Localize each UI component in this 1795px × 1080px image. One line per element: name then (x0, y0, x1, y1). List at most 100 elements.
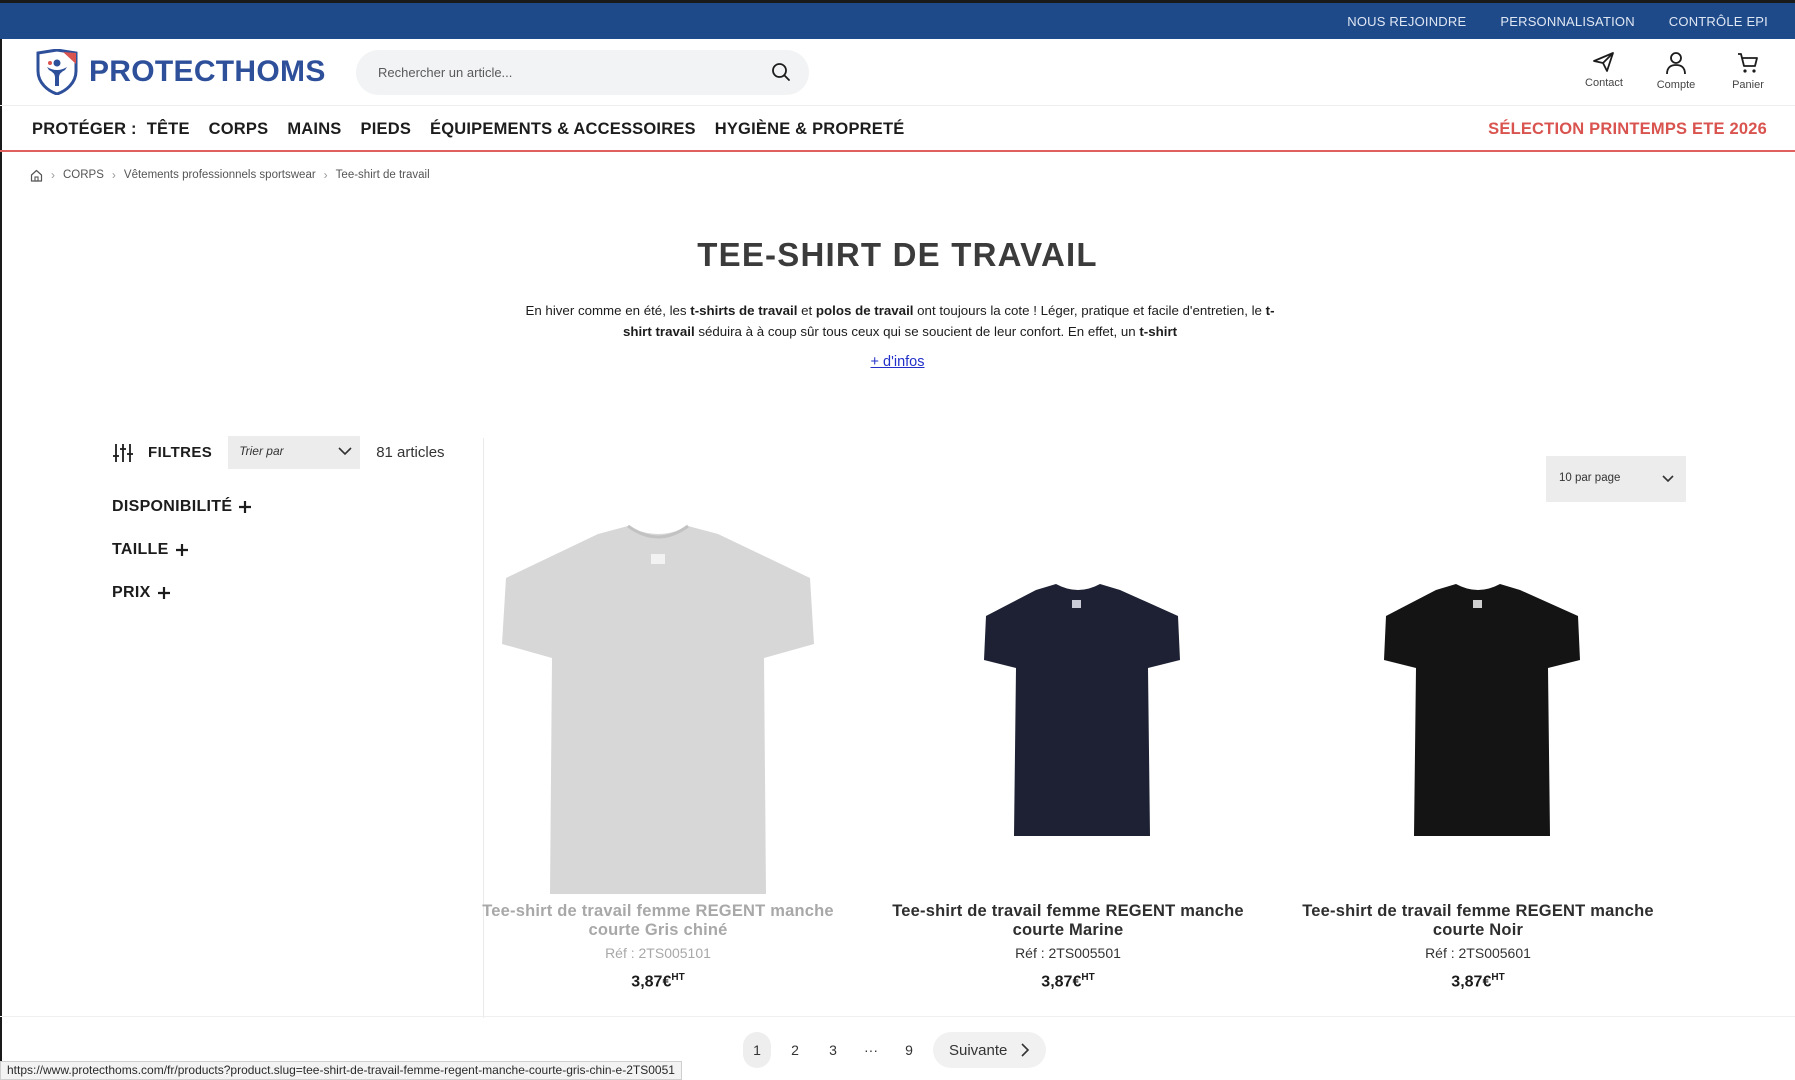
content-divider (0, 1016, 1795, 1017)
breadcrumb-item-current: Tee-shirt de travail (335, 169, 430, 181)
main-navigation: PROTÉGER : TÊTE CORPS MAINS PIEDS ÉQUIPE… (0, 106, 1795, 152)
product-ref: Réf : 2TS005501 (1015, 945, 1121, 961)
filters-button[interactable]: FILTRES (112, 443, 212, 463)
breadcrumb-item-corps[interactable]: CORPS (63, 169, 104, 181)
link-controle-epi[interactable]: CONTRÔLE EPI (1669, 14, 1768, 29)
product-image[interactable] (478, 520, 838, 900)
paper-plane-icon (1593, 52, 1614, 72)
product-price: 3,87€HT (888, 972, 1248, 991)
chevron-right-icon: › (51, 168, 55, 182)
cart-button[interactable]: Panier (1725, 51, 1771, 91)
sliders-icon (113, 443, 133, 462)
page-2-button[interactable]: 2 (781, 1032, 809, 1068)
chevron-right-icon: › (323, 168, 328, 182)
top-utility-bar: NOUS REJOINDRE PERSONNALISATION CONTRÔLE… (0, 0, 1795, 39)
plus-icon (175, 544, 188, 556)
contact-label: Contact (1585, 77, 1623, 89)
facet-label: PRIX (112, 584, 151, 601)
intro-text: En hiver comme en été, les (525, 303, 691, 318)
link-personnalisation[interactable]: PERSONNALISATION (1500, 14, 1634, 29)
tshirt-black-image (1384, 584, 1580, 836)
site-logo[interactable]: PROTECTHOMS (35, 49, 326, 95)
intro-text: ont toujours la cote ! Léger, pratique e… (913, 303, 1266, 318)
facet-label: TAILLE (112, 541, 169, 558)
page-9-button[interactable]: 9 (895, 1032, 923, 1068)
plus-icon (157, 587, 170, 599)
tshirt-navy-image (984, 584, 1180, 836)
search-icon[interactable] (771, 62, 791, 82)
product-image[interactable] (1298, 520, 1658, 900)
cart-icon (1738, 53, 1758, 73)
window-edge (0, 0, 2, 1080)
product-name[interactable]: Tee-shirt de travail femme REGENT manche… (478, 902, 838, 940)
link-status-bar: https://www.protecthoms.com/fr/products?… (0, 1061, 682, 1080)
tshirt-grey-image (502, 526, 814, 894)
plus-icon (239, 501, 252, 513)
price-suffix: HT (671, 972, 685, 983)
chevron-down-icon (338, 447, 352, 456)
category-intro: En hiver comme en été, les t-shirts de t… (520, 300, 1280, 342)
next-page-button[interactable]: Suivante (933, 1032, 1047, 1068)
price-suffix: HT (1491, 972, 1505, 983)
nav-item-equipements[interactable]: ÉQUIPEMENTS & ACCESSOIRES (430, 120, 696, 139)
sort-placeholder: Trier par (239, 444, 284, 458)
facet-label: DISPONIBILITÉ (112, 498, 233, 515)
product-ref: Réf : 2TS005601 (1425, 945, 1531, 961)
shield-logo-icon (36, 49, 78, 95)
intro-bold: t-shirts de travail (690, 303, 798, 318)
product-card[interactable]: Tee-shirt de travail femme REGENT manche… (478, 520, 838, 990)
facet-disponibilite[interactable]: DISPONIBILITÉ (112, 498, 482, 516)
search-input[interactable] (378, 61, 738, 83)
user-icon (1666, 52, 1686, 75)
page-1-button[interactable]: 1 (743, 1032, 771, 1068)
breadcrumb-item-sportswear[interactable]: Vêtements professionnels sportswear (124, 169, 316, 181)
product-price: 3,87€HT (478, 972, 838, 991)
price-value: 3,87€ (1041, 973, 1082, 991)
cart-label: Panier (1732, 79, 1764, 91)
next-page-label: Suivante (949, 1041, 1008, 1059)
page-3-button[interactable]: 3 (819, 1032, 847, 1068)
product-card[interactable]: Tee-shirt de travail femme REGENT manche… (888, 520, 1248, 990)
intro-bold: polos de travail (815, 303, 914, 318)
account-button[interactable]: Compte (1653, 51, 1699, 91)
breadcrumb: › CORPS › Vêtements professionnels sport… (30, 168, 430, 182)
product-card[interactable]: Tee-shirt de travail femme REGENT manche… (1298, 520, 1658, 990)
article-count: 81 articles (376, 444, 445, 461)
nav-item-mains[interactable]: MAINS (287, 120, 341, 139)
link-nous-rejoindre[interactable]: NOUS REJOINDRE (1347, 14, 1466, 29)
price-value: 3,87€ (631, 973, 672, 991)
filters-label: FILTRES (148, 444, 213, 461)
facet-prix[interactable]: PRIX (112, 584, 482, 602)
sort-select[interactable]: Trier par (228, 436, 361, 469)
logo-text: PROTECTHOMS (89, 55, 326, 88)
product-name[interactable]: Tee-shirt de travail femme REGENT manche… (1298, 902, 1658, 940)
more-info-link[interactable]: + d'infos (871, 354, 925, 370)
chevron-right-icon (1021, 1043, 1030, 1057)
nav-item-hygiene[interactable]: HYGIÈNE & PROPRETÉ (715, 120, 905, 139)
contact-button[interactable]: Contact (1581, 51, 1627, 91)
account-label: Compte (1656, 79, 1696, 91)
product-ref: Réf : 2TS005101 (605, 945, 711, 961)
nav-item-corps[interactable]: CORPS (209, 120, 269, 139)
more-info: + d'infos (0, 353, 1795, 371)
chevron-down-icon (1662, 475, 1674, 483)
product-image[interactable] (888, 520, 1248, 900)
page-title: TEE-SHIRT DE TRAVAIL (697, 236, 1098, 273)
pagination: 1 2 3 ··· 9 Suivante (743, 1032, 1047, 1068)
price-value: 3,87€ (1451, 973, 1492, 991)
facet-taille[interactable]: TAILLE (112, 541, 482, 559)
per-page-value: 10 par page (1559, 472, 1621, 484)
nav-item-tete[interactable]: TÊTE (147, 120, 190, 139)
product-name[interactable]: Tee-shirt de travail femme REGENT manche… (888, 902, 1248, 940)
nav-lead-label: PROTÉGER : (32, 119, 137, 138)
search-bar (356, 50, 809, 95)
chevron-right-icon: › (111, 168, 116, 182)
per-page-select[interactable]: 10 par page (1546, 456, 1686, 502)
page-ellipsis: ··· (864, 1042, 878, 1058)
nav-item-pieds[interactable]: PIEDS (361, 120, 412, 139)
site-header: PROTECTHOMS Contact Compte (0, 39, 1795, 106)
filters-sidebar: FILTRES Trier par 81 articles DISPONIBIL… (112, 436, 482, 602)
price-suffix: HT (1081, 972, 1095, 983)
home-icon[interactable] (30, 169, 43, 182)
nav-promo-link[interactable]: SÉLECTION PRINTEMPS ETE 2026 (1488, 120, 1767, 139)
